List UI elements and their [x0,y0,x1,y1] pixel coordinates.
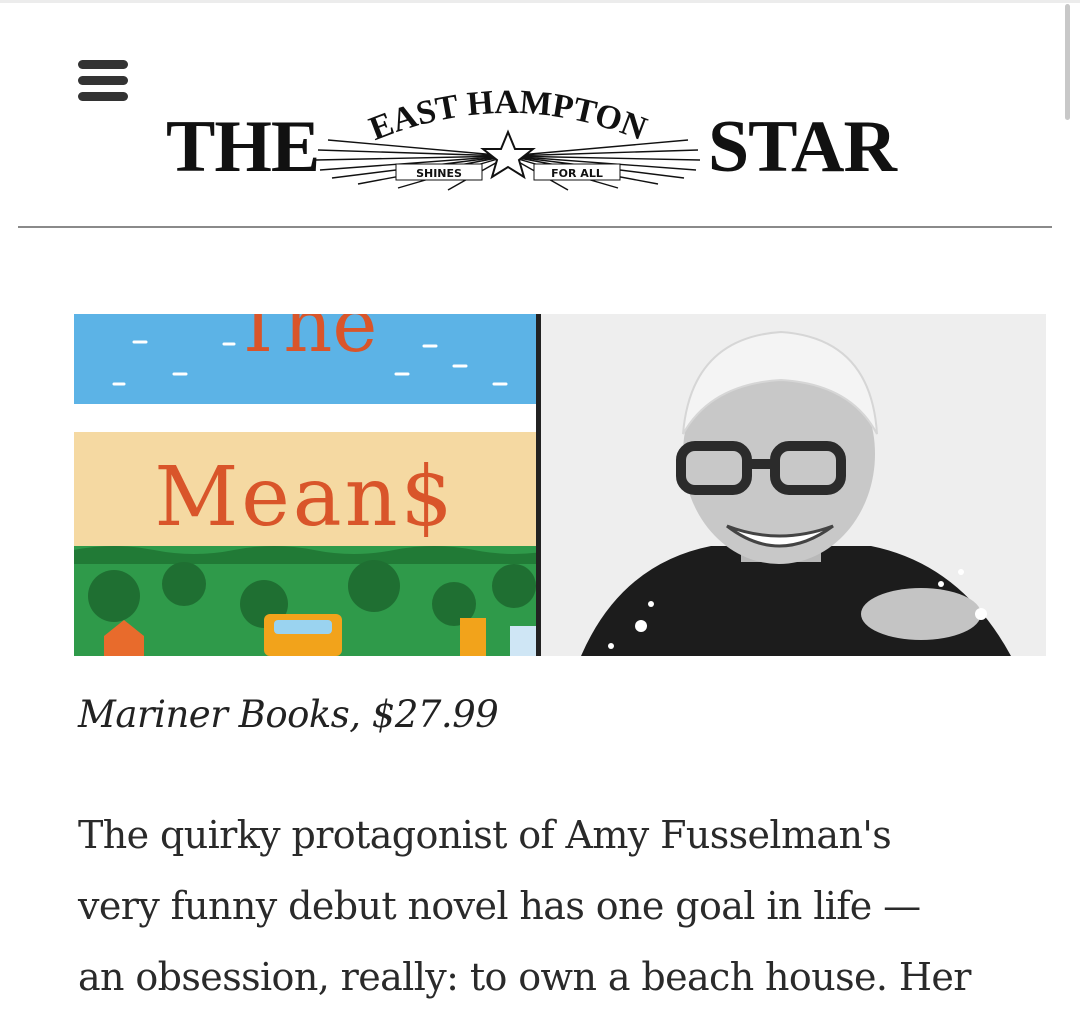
book-title-line1: The [232,314,378,369]
top-edge-line [0,0,1080,3]
masthead-tagline-right: FOR ALL [551,167,603,180]
image-caption: Mariner Books, $27.99 [78,693,499,736]
book-cover-image: The Mean$ [74,314,536,656]
author-portrait-icon [541,314,1046,656]
book-title-line2: Mean$ [154,450,456,545]
masthead-the: THE [166,106,320,188]
article-body-line: The quirky protagonist of Amy Fusselman'… [78,813,892,857]
hero-image: The Mean$ [74,314,1046,656]
article-body-line: an obsession, really: to own a beach hou… [78,955,971,999]
star-burst-logo: EAST HAMPTON SHINES FOR ALL [315,88,701,191]
masthead-star: STAR [708,106,897,188]
header-divider [18,226,1052,228]
scrollbar[interactable] [1065,4,1070,120]
site-logo[interactable]: THE EAST HAMPTON SHINES FOR ALL STAR [160,88,900,198]
menu-button[interactable] [72,58,132,106]
article-body: The quirky protagonist of Amy Fusselman'… [78,800,1058,1013]
masthead-tagline-left: SHINES [416,167,462,180]
star-icon [480,129,536,180]
article-body-line: very funny debut novel has one goal in l… [78,884,921,928]
